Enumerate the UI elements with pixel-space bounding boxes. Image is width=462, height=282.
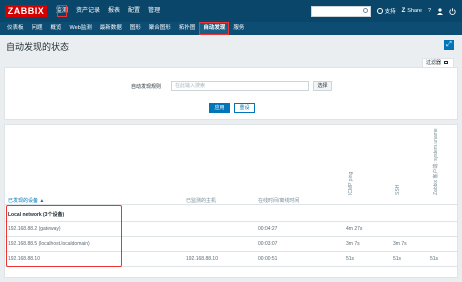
- support-icon: [376, 8, 383, 14]
- share-link[interactable]: Z Share: [402, 8, 422, 14]
- row-host: 192.168.88.10: [186, 256, 218, 262]
- support-label: 支持: [384, 9, 396, 15]
- header-discovered-device[interactable]: 已发现的设备 ▲: [8, 197, 44, 204]
- top-navigation-bar: ZABBIX 监测 资产记录 报表 配置 管理 支持 Z Share ?: [0, 0, 462, 22]
- row-zabbix: 51s: [430, 256, 439, 262]
- header-ssh: SSH: [395, 184, 401, 195]
- submenu-graphs[interactable]: 图形: [126, 22, 145, 35]
- menu-inventory[interactable]: 资产记录: [72, 0, 104, 22]
- sub-menu-bar: 仪表板 问题 概览 Web监测 最新数据 图形 聚合图形 拓扑图 自动发现 服务: [0, 22, 462, 35]
- share-icon: Z: [401, 8, 406, 14]
- submenu-dashboard[interactable]: 仪表板: [3, 22, 28, 35]
- support-link[interactable]: 支持: [376, 7, 396, 15]
- submenu-web[interactable]: Web监测: [66, 22, 96, 35]
- page-header: 自动发现的状态 ⤢: [0, 35, 462, 55]
- menu-administration[interactable]: 管理: [144, 0, 164, 22]
- discovery-rule-input[interactable]: 在此输入搜索: [171, 81, 309, 91]
- page-title: 自动发现的状态: [6, 42, 70, 52]
- power-icon: [449, 7, 456, 15]
- expand-icon: ⤢: [446, 41, 452, 48]
- menu-reports[interactable]: 报表: [104, 0, 124, 22]
- row-uptime: 00:03:07: [258, 241, 278, 247]
- row-ssh: 51s: [393, 256, 402, 262]
- row-uptime: 00:00:51: [258, 256, 278, 262]
- header-uptime-downtime: 在线时间/离线时间: [258, 198, 300, 204]
- discovery-rule-label: 自动发现规则: [131, 84, 162, 90]
- submenu-latest-data[interactable]: 最新数据: [96, 22, 126, 35]
- annotation-highlight-box: [6, 205, 122, 267]
- header-icmp-ping: ICMP ping: [348, 171, 354, 195]
- filter-tab[interactable]: 过滤器: [422, 58, 454, 67]
- row-uptime: 00:04:27: [258, 226, 278, 232]
- fullscreen-button[interactable]: ⤢: [444, 40, 454, 50]
- apply-button[interactable]: 应用: [209, 103, 230, 113]
- zabbix-logo[interactable]: ZABBIX: [5, 5, 47, 17]
- filter-tab-label: 过滤器: [426, 60, 442, 66]
- row-ssh: 3m 7s: [393, 241, 407, 247]
- share-label: Share: [407, 8, 422, 14]
- filter-icon: [444, 61, 449, 65]
- logout-link[interactable]: [449, 7, 456, 15]
- global-search-input[interactable]: [310, 5, 371, 17]
- main-menu: 监测 资产记录 报表 配置 管理: [52, 0, 164, 22]
- header-monitored-host: 已监测的主机: [186, 198, 217, 204]
- submenu-overview[interactable]: 概览: [47, 22, 66, 35]
- menu-monitoring[interactable]: 监测: [52, 0, 72, 22]
- submenu-services[interactable]: 服务: [229, 22, 248, 35]
- reset-button[interactable]: 重设: [234, 103, 255, 113]
- filter-panel: 自动发现规则 在此输入搜索 选择 应用 重设: [4, 67, 458, 120]
- submenu-discovery[interactable]: 自动发现: [199, 22, 230, 35]
- user-icon: [437, 7, 443, 15]
- submenu-problems[interactable]: 问题: [28, 22, 47, 35]
- search-icon[interactable]: [362, 8, 368, 13]
- submenu-screens[interactable]: 聚合图形: [145, 22, 175, 35]
- help-icon: ?: [427, 8, 431, 14]
- user-profile-link[interactable]: [437, 7, 443, 15]
- row-icmp: 51s: [346, 256, 355, 262]
- row-icmp: 4m 27s: [346, 226, 363, 232]
- submenu-maps[interactable]: 拓扑图: [175, 22, 200, 35]
- row-icmp: 3m 7s: [346, 241, 360, 247]
- top-right-tools: 支持 Z Share ?: [310, 0, 456, 22]
- menu-configuration[interactable]: 配置: [124, 0, 144, 22]
- header-zabbix-agent: Zabbix 客户端: system.uname: [433, 128, 439, 195]
- select-button[interactable]: 选择: [313, 81, 332, 91]
- help-link[interactable]: ?: [428, 8, 431, 14]
- discovery-status-table: ICMP ping SSH Zabbix 客户端: system.uname 已…: [4, 124, 458, 278]
